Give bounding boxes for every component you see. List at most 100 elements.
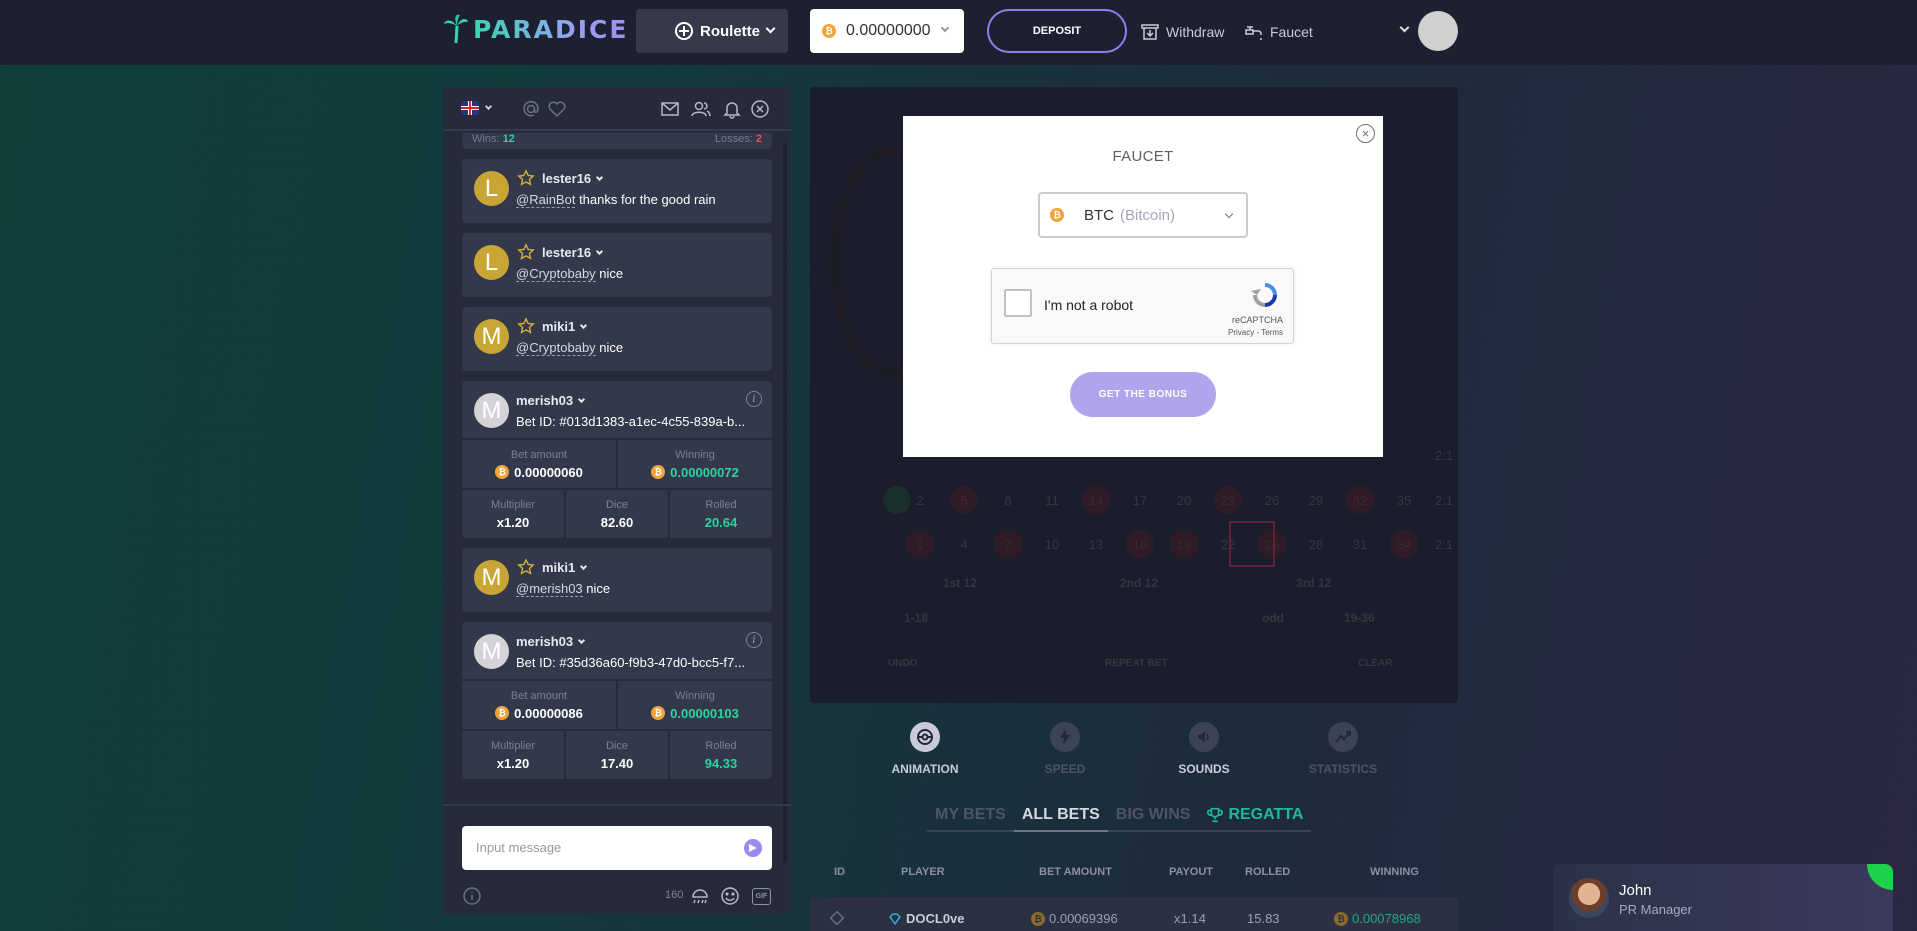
chat-username[interactable]: merish03	[516, 634, 586, 649]
support-chat-widget[interactable]: John PR Manager	[1553, 864, 1893, 931]
close-chat-icon[interactable]	[750, 99, 770, 119]
user-menu-chevron-icon[interactable]	[1399, 22, 1410, 33]
user-avatar[interactable]: M	[474, 319, 509, 354]
send-icon[interactable]	[744, 839, 762, 857]
statistics-toggle[interactable]: STATISTICS	[1288, 722, 1398, 776]
tab-my-bets[interactable]: MY BETS	[927, 806, 1014, 832]
table-row[interactable]: DOCL0ve ₿ 0.00069396 x1.14 15.83 ₿ 0.00078…	[810, 897, 1458, 931]
chat-message-input[interactable]: Input message	[462, 826, 772, 870]
chevron-down-icon	[580, 562, 588, 570]
chevron-down-icon	[580, 321, 588, 329]
chat-message: L lester16 @Cryptobaby nice	[462, 233, 772, 297]
support-name: John	[1619, 882, 1652, 899]
bitcoin-icon: ₿	[822, 24, 836, 38]
uk-flag-icon[interactable]	[461, 101, 479, 115]
mention-icon[interactable]	[521, 99, 541, 119]
chat-username[interactable]: lester16	[542, 245, 604, 260]
withdraw-link[interactable]: Withdraw	[1140, 22, 1224, 42]
user-avatar[interactable]: M	[474, 560, 509, 595]
bell-icon[interactable]	[722, 99, 742, 119]
chat-username[interactable]: lester16	[542, 171, 604, 186]
recaptcha-checkbox[interactable]	[1004, 289, 1032, 317]
faucet-label: Faucet	[1270, 24, 1313, 40]
chevron-down-icon	[940, 23, 950, 33]
star-icon	[517, 558, 535, 576]
info-icon[interactable]: i	[746, 391, 762, 407]
chevron-down-icon	[596, 173, 604, 181]
balance-value: 0.00000000	[846, 22, 931, 39]
chat-message: M miki1 @Cryptobaby nice	[462, 307, 772, 371]
bitcoin-icon: ₿	[495, 706, 510, 720]
recaptcha-logo-icon	[1251, 283, 1277, 307]
heart-icon[interactable]	[547, 99, 567, 119]
palm-tree-icon	[444, 14, 468, 44]
sounds-toggle[interactable]: SOUNDS	[1149, 722, 1259, 776]
chevron-down-icon	[578, 636, 586, 644]
currency-name: (Bitcoin)	[1120, 206, 1176, 224]
support-avatar	[1569, 878, 1609, 918]
chat-message: L lester16 @RainBot thanks for the good …	[462, 159, 772, 223]
mention-link[interactable]: @Cryptobaby	[516, 340, 596, 356]
recaptcha-brand: reCAPTCHA	[1231, 315, 1283, 325]
tab-regatta[interactable]: REGATTA	[1198, 806, 1312, 832]
chart-icon	[1328, 722, 1358, 752]
chat-footer: 160 GIF	[462, 884, 772, 906]
paradice-logo[interactable]: PARADICE	[443, 14, 628, 44]
user-avatar[interactable]: M	[474, 634, 509, 669]
bolt-icon	[1050, 722, 1080, 752]
bet-details: Bet amount ₿ 0.00000086 Winning ₿ 0.00000103…	[462, 679, 772, 779]
mention-link[interactable]: @RainBot	[516, 192, 576, 208]
emoji-icon[interactable]	[720, 886, 740, 906]
chevron-down-icon	[1224, 209, 1234, 219]
balance-select[interactable]: ₿ 0.00000000	[810, 9, 964, 53]
star-icon	[517, 169, 535, 187]
bet-id[interactable]: Bet ID: #013d1383-a1ec-4c55-839a-b...	[516, 414, 761, 429]
faucet-link[interactable]: Faucet	[1244, 22, 1313, 42]
chat-username[interactable]: miki1	[542, 560, 588, 575]
close-icon[interactable]: ×	[1356, 124, 1375, 143]
chevron-down-icon	[765, 23, 776, 34]
user-avatar[interactable]: L	[474, 245, 509, 280]
chevron-down-icon[interactable]	[484, 102, 493, 111]
bets-tabs: MY BETS ALL BETS BIG WINS REGATTA	[927, 806, 1312, 832]
chat-username[interactable]: merish03	[516, 393, 586, 408]
withdraw-label: Withdraw	[1166, 24, 1225, 40]
get-bonus-button[interactable]: GET THE BONUS	[1070, 372, 1216, 417]
chat-message-list[interactable]: Wins: 12 Losses: 2 L lester16 @RainBot t…	[462, 133, 772, 889]
chat-input-placeholder: Input message	[476, 840, 562, 855]
bet-id[interactable]: Bet ID: #35d36a60-f9b3-47d0-bcc5-f7...	[516, 655, 761, 670]
rain-icon[interactable]	[690, 886, 710, 906]
user-avatar[interactable]	[1418, 11, 1458, 51]
char-counter: 160	[665, 889, 684, 901]
mail-icon[interactable]	[660, 99, 680, 119]
gif-icon[interactable]: GIF	[752, 888, 771, 905]
info-icon[interactable]	[462, 886, 482, 906]
bitcoin-icon: ₿	[495, 465, 510, 479]
speed-toggle[interactable]: SPEED	[1010, 722, 1120, 776]
bet-details: Bet amount ₿ 0.00000060 Winning ₿ 0.00000072…	[462, 438, 772, 538]
recaptcha-label: I'm not a robot	[1044, 297, 1134, 313]
animation-toggle[interactable]: ANIMATION	[870, 722, 980, 776]
recaptcha-terms-link[interactable]: Privacy - Terms	[1228, 328, 1283, 337]
info-icon[interactable]: i	[746, 632, 762, 648]
trophy-icon	[1207, 807, 1224, 823]
currency-select[interactable]: ₿ BTC (Bitcoin)	[1038, 192, 1248, 238]
user-avatar[interactable]: M	[474, 393, 509, 428]
tab-big-wins[interactable]: BIG WINS	[1107, 806, 1199, 832]
player-name[interactable]: DOCL0ve	[906, 911, 965, 926]
bitcoin-icon: ₿	[651, 465, 666, 479]
mention-link[interactable]: @Cryptobaby	[516, 266, 596, 282]
deposit-button[interactable]: DEPOSIT	[987, 9, 1127, 53]
chat-scrollbar[interactable]	[783, 143, 787, 863]
chat-text: @Cryptobaby nice	[516, 340, 624, 356]
bet-share-message: M merish03 i Bet ID: #35d36a60-f9b3-47d0…	[462, 622, 772, 779]
recaptcha-widget: I'm not a robot reCAPTCHA Privacy - Term…	[991, 268, 1294, 344]
tab-all-bets[interactable]: ALL BETS	[1013, 806, 1108, 832]
mention-link[interactable]: @merish03	[516, 581, 583, 597]
chat-username[interactable]: miki1	[542, 319, 588, 334]
users-icon[interactable]	[691, 99, 711, 119]
chevron-down-icon	[578, 395, 586, 403]
user-avatar[interactable]: L	[474, 171, 509, 206]
chat-text: @RainBot thanks for the good rain	[516, 192, 716, 208]
game-select[interactable]: Roulette	[636, 9, 788, 53]
